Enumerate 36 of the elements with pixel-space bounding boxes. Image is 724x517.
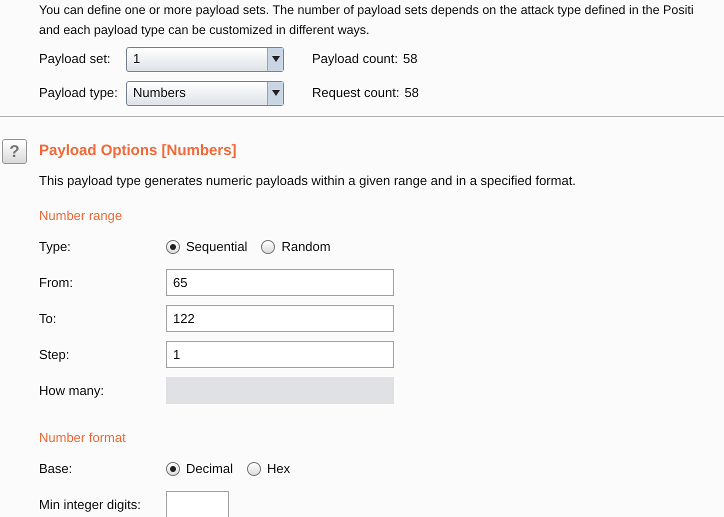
subsection-title: Number format — [39, 428, 127, 447]
section-title: Payload Options [Numbers] — [39, 141, 238, 161]
help-icon[interactable]: ? — [2, 139, 27, 164]
count-label: Request count: — [312, 84, 400, 102]
field-label: Base: — [39, 460, 74, 478]
radio-button[interactable] — [261, 240, 276, 254]
field-label: How many: — [39, 382, 106, 400]
count-value: 58 — [403, 50, 418, 68]
dropdown[interactable]: 1 — [126, 46, 284, 72]
field-label: Step: — [39, 346, 70, 364]
subsection-title: Number range — [39, 206, 124, 225]
count-value: 58 — [404, 84, 419, 102]
field-label: From: — [39, 274, 74, 292]
input-field[interactable]: 65 — [166, 269, 394, 296]
input-field[interactable]: 1 — [166, 341, 394, 368]
radio-option[interactable]: Random — [261, 236, 331, 256]
field-label: Type: — [39, 238, 72, 256]
intro-text: and each payload type can be customized in different ways. — [39, 22, 371, 39]
radio-button[interactable] — [166, 240, 180, 254]
description-text: This payload type generates numeric payloads within a given range and in a specified format. — [39, 172, 577, 190]
count-label: Payload count: — [312, 50, 398, 68]
radio-option[interactable]: Hex — [246, 458, 290, 478]
radio-button[interactable] — [166, 462, 180, 476]
input-field[interactable]: 122 — [166, 305, 394, 332]
caret-icon — [267, 48, 283, 70]
field-label: To: — [39, 310, 58, 328]
caret-icon — [267, 82, 283, 104]
radio-button[interactable] — [246, 462, 261, 476]
dropdown[interactable]: Numbers — [126, 80, 284, 106]
field-label: Min integer digits: — [39, 496, 142, 514]
radio-option[interactable]: Decimal — [166, 458, 233, 478]
field-label: Payload set: — [39, 50, 112, 68]
input-field[interactable] — [166, 491, 229, 517]
intro-text: You can define one or more payload sets. The number of payload sets depends on the attack type defined in the Positi — [39, 2, 695, 19]
radio-option[interactable]: Sequential — [166, 236, 248, 256]
field-label: Payload type: — [39, 84, 119, 102]
